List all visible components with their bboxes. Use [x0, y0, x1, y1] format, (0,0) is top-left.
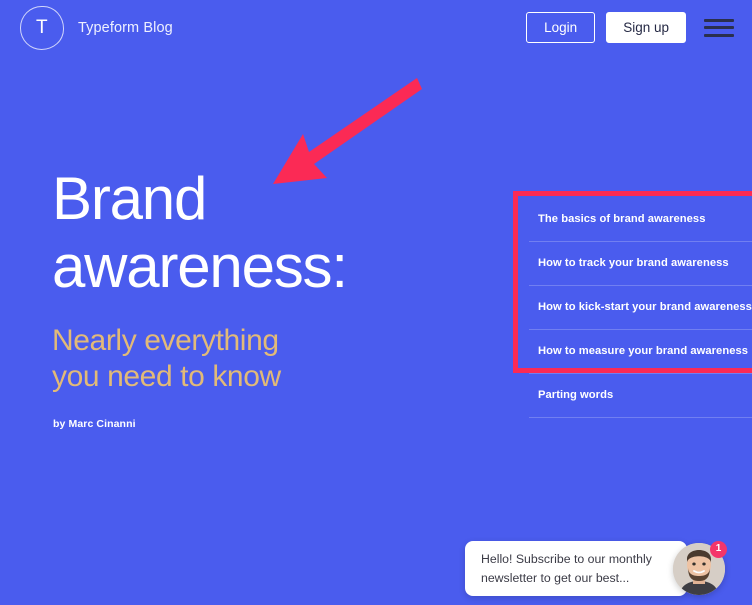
page-title: Brand awareness:	[52, 165, 482, 301]
page-subtitle-line-2: you need to know	[52, 359, 281, 393]
toc-item-label: How to kick-start your brand awareness	[538, 301, 752, 313]
page-title-line-1: Brand	[52, 165, 207, 232]
site-header: T Typeform Blog Login Sign up	[0, 0, 752, 55]
toc-item-label: How to track your brand awareness	[538, 257, 729, 269]
toc-item-label: Parting words	[538, 389, 614, 401]
table-of-contents: The basics of brand awareness How to tra…	[520, 197, 752, 418]
hamburger-line-2	[704, 26, 734, 29]
chat-avatar-wrap[interactable]: 1	[673, 540, 727, 595]
author-byline: by Marc Cinanni	[53, 417, 136, 430]
chat-widget[interactable]: Hello! Subscribe to our monthly newslett…	[465, 540, 727, 596]
signup-button[interactable]: Sign up	[606, 11, 686, 44]
hamburger-menu-icon[interactable]	[704, 17, 734, 39]
login-button[interactable]: Login	[526, 11, 596, 44]
toc-item-4[interactable]: How to measure your brand awareness	[520, 329, 752, 373]
page-title-line-2: awareness:	[52, 232, 348, 300]
brand-name: Typeform Blog	[78, 19, 173, 36]
toc-item-label: How to measure your brand awareness	[538, 345, 749, 357]
chat-message-bubble[interactable]: Hello! Subscribe to our monthly newslett…	[465, 541, 687, 596]
chat-message-text: Hello! Subscribe to our monthly newslett…	[481, 552, 652, 585]
toc-item-5[interactable]: Parting words	[520, 373, 752, 417]
toc-bottom-divider	[529, 417, 752, 418]
page-subtitle: Nearly everything you need to know	[52, 323, 482, 395]
logo-letter: T	[35, 17, 49, 38]
toc-item-label: The basics of brand awareness	[538, 213, 706, 225]
brand-logo-link[interactable]: T Typeform Blog	[20, 5, 173, 50]
page-subtitle-line-1: Nearly everything	[52, 323, 279, 357]
hero-section: Brand awareness: Nearly everything you n…	[52, 165, 482, 430]
toc-item-2[interactable]: How to track your brand awareness	[520, 241, 752, 285]
toc-item-1[interactable]: The basics of brand awareness	[520, 197, 752, 241]
header-actions: Login Sign up	[526, 11, 734, 44]
typeform-logo-icon: T	[20, 5, 64, 50]
chat-unread-badge: 1	[710, 540, 727, 558]
toc-item-3[interactable]: How to kick-start your brand awareness	[520, 285, 752, 329]
hamburger-line-3	[704, 33, 734, 37]
hamburger-line-1	[704, 18, 734, 22]
